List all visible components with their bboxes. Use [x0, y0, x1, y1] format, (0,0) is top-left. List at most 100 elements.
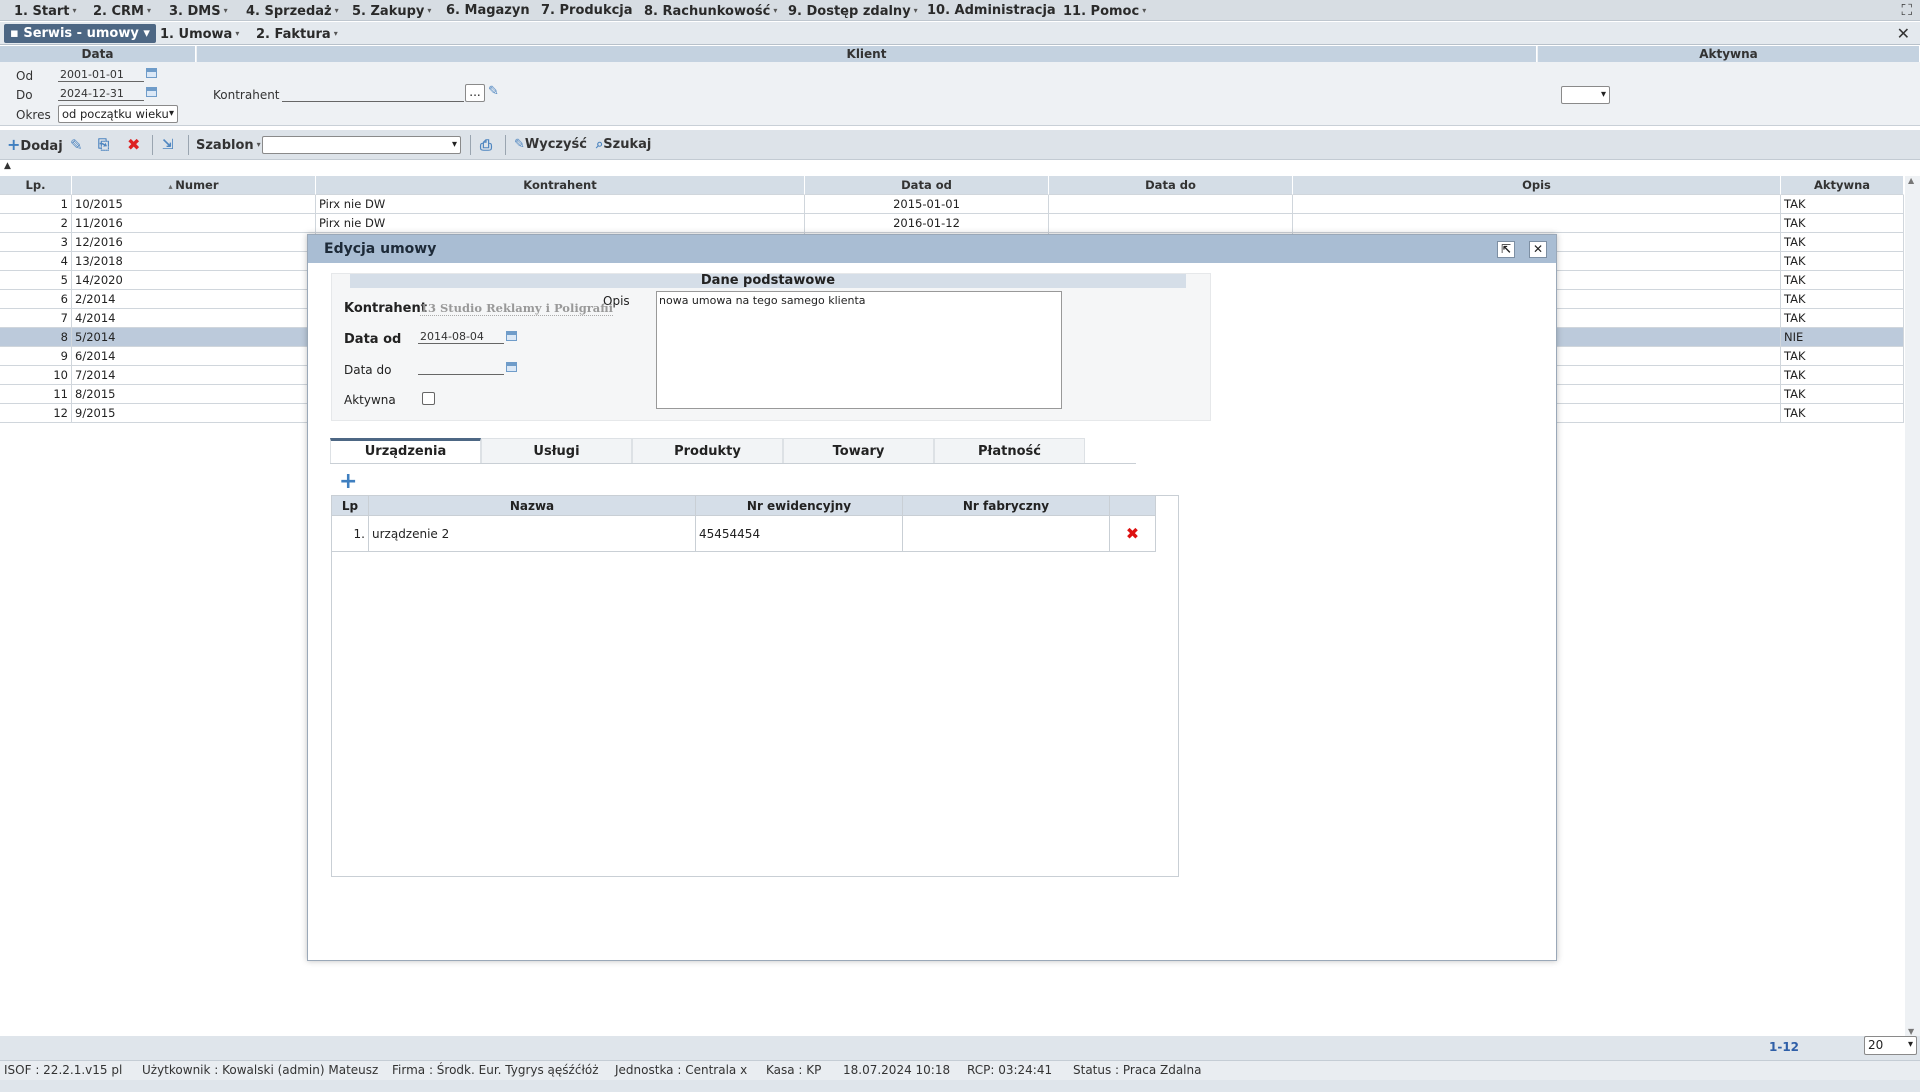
close-icon[interactable]: ✕: [1529, 241, 1547, 258]
cell-lp: 2: [0, 214, 72, 233]
print-icon[interactable]: ⎙: [480, 136, 492, 154]
okres-select[interactable]: od początku wieku ▾: [58, 105, 178, 123]
menu-dostep-zdalny[interactable]: 9. Dostęp zdalny ▾: [788, 0, 918, 21]
cell-numer: 13/2018: [72, 252, 316, 271]
tab-produkty[interactable]: Produkty: [632, 438, 783, 464]
edit-contract-dialog: Edycja umowy ⇱ ✕ Dane podstawowe Kontrah…: [307, 234, 1557, 961]
menu-crm[interactable]: 2. CRM ▾: [93, 0, 151, 21]
cell-lp: 9: [0, 347, 72, 366]
menu-magazyn[interactable]: 6. Magazyn: [446, 0, 530, 21]
tab-faktura[interactable]: 2. Faktura ▾: [256, 24, 338, 43]
do-date-input[interactable]: 2024-12-31: [58, 87, 144, 101]
do-label: Do: [16, 88, 33, 102]
col-opis[interactable]: Opis: [1293, 176, 1781, 195]
popout-icon[interactable]: ⇱: [1497, 241, 1515, 258]
search-button-label: Szukaj: [603, 137, 652, 152]
cell-aktywna: TAK: [1781, 214, 1904, 233]
calendar-icon[interactable]: [146, 87, 157, 97]
menu-pomoc[interactable]: 11. Pomoc ▾: [1063, 0, 1146, 21]
tab-serwis-umowy[interactable]: ▪ Serwis - umowy ▾: [4, 24, 156, 43]
calendar-icon[interactable]: [506, 331, 517, 341]
cell-lp: 4: [0, 252, 72, 271]
tab-umowa[interactable]: 1. Umowa ▾: [160, 24, 239, 43]
table-row[interactable]: 2 11/2016 Pirx nie DW 2016-01-12 TAK: [0, 214, 1904, 233]
menu-zakupy[interactable]: 5. Zakupy ▾: [352, 0, 431, 21]
menu-administracja[interactable]: 10. Administracja: [927, 0, 1056, 21]
calendar-icon[interactable]: [506, 362, 517, 372]
kontrahent-value[interactable]: 13 Studio Reklamy i Poligrafii: [420, 301, 613, 316]
status-bar: ISOF : 22.2.1.v15 pl Użytkownik : Kowals…: [0, 1060, 1920, 1080]
menu-rachunkowosc[interactable]: 8. Rachunkowość ▾: [644, 0, 777, 21]
dev-col-lp: Lp: [332, 496, 369, 516]
menu-produkcja[interactable]: 7. Produkcja: [541, 0, 633, 21]
tab-uslugi[interactable]: Usługi: [481, 438, 632, 464]
cell-numer: 4/2014: [72, 309, 316, 328]
data-do-label: Data do: [344, 363, 392, 377]
eraser-icon[interactable]: ✎: [488, 84, 499, 99]
edit-icon[interactable]: ✎: [70, 136, 83, 154]
export-icon[interactable]: ⇲: [162, 136, 174, 154]
copy-icon[interactable]: ⎘: [98, 136, 109, 154]
cell-aktywna: TAK: [1781, 290, 1904, 309]
cell-aktywna: TAK: [1781, 271, 1904, 290]
cell-numer: 12/2016: [72, 233, 316, 252]
col-lp[interactable]: Lp.: [0, 176, 72, 195]
calendar-icon[interactable]: [146, 68, 157, 78]
col-aktywna[interactable]: Aktywna: [1781, 176, 1904, 195]
aktywna-filter-select[interactable]: ▾: [1561, 86, 1610, 104]
status-firm: Firma : Środk. Eur. Tygrys ąęśźćłóż: [392, 1063, 599, 1077]
cell-lp: 12: [0, 404, 72, 423]
dev-col-nr-ewid: Nr ewidencyjny: [696, 496, 903, 516]
page-size-select[interactable]: 20 ▾: [1864, 1036, 1917, 1055]
collapse-filters-icon[interactable]: ▲: [4, 161, 11, 171]
delete-icon[interactable]: ✖: [127, 136, 140, 154]
dev-row-nr-ewid[interactable]: 45454454: [696, 516, 903, 552]
close-icon[interactable]: ✕: [1897, 24, 1910, 43]
template-select[interactable]: ▾: [262, 136, 461, 154]
basic-data-panel: Dane podstawowe Kontrahent 13 Studio Rek…: [331, 273, 1211, 421]
search-button[interactable]: ⌕Szukaj: [596, 136, 651, 154]
filter-panel: Data Klient Aktywna Od 2001-01-01 Do 202…: [0, 46, 1920, 126]
col-numer[interactable]: ▴ Numer: [72, 176, 316, 195]
browse-kontrahent-button[interactable]: ...: [465, 84, 485, 102]
main-menu-bar: 1. Start ▾ 2. CRM ▾ 3. DMS ▾ 4. Sprzedaż ▾ 5…: [0, 0, 1920, 21]
dev-row-nazwa[interactable]: urządzenie 2: [369, 516, 696, 552]
col-data-do[interactable]: Data do: [1049, 176, 1293, 195]
dev-row-nr-fabr[interactable]: [903, 516, 1110, 552]
template-menu-button[interactable]: Szablon ▾: [196, 136, 261, 154]
menu-start[interactable]: 1. Start ▾: [14, 0, 77, 21]
tab-urzadzenia[interactable]: Urządzenia: [330, 438, 481, 464]
status-datetime: 18.07.2024 10:18: [843, 1063, 951, 1077]
module-tab-bar: ▪ Serwis - umowy ▾ 1. Umowa ▾ 2. Faktura ▾…: [0, 22, 1920, 45]
opis-textarea[interactable]: nowa umowa na tego samego klienta: [656, 291, 1062, 409]
cell-numer: 14/2020: [72, 271, 316, 290]
data-od-input[interactable]: 2014-08-04: [418, 330, 504, 344]
kontrahent-filter-input[interactable]: [282, 88, 464, 102]
cell-numer: 8/2015: [72, 385, 316, 404]
page-size-value: 20: [1868, 1038, 1884, 1052]
menu-dms[interactable]: 3. DMS ▾: [169, 0, 228, 21]
dev-row-lp: 1.: [332, 516, 369, 552]
cell-lp: 5: [0, 271, 72, 290]
cell-lp: 11: [0, 385, 72, 404]
cell-numer: 7/2014: [72, 366, 316, 385]
status-rcp: RCP: 03:24:41: [967, 1063, 1053, 1077]
fullscreen-icon[interactable]: ⛶: [1901, 1, 1912, 19]
add-device-icon[interactable]: +: [339, 471, 357, 493]
clear-button[interactable]: ✎Wyczyść: [514, 136, 587, 154]
table-row[interactable]: 1 10/2015 Pirx nie DW 2015-01-01 TAK: [0, 195, 1904, 214]
col-kontrahent[interactable]: Kontrahent: [316, 176, 805, 195]
cell-data-do: [1049, 214, 1293, 233]
data-do-input[interactable]: [418, 361, 504, 375]
col-data-od[interactable]: Data od: [805, 176, 1049, 195]
delete-device-icon[interactable]: ✖: [1110, 516, 1156, 552]
aktywna-checkbox[interactable]: [422, 392, 435, 405]
cell-aktywna: TAK: [1781, 366, 1904, 385]
od-date-input[interactable]: 2001-01-01: [58, 68, 144, 82]
menu-sprzedaz[interactable]: 4. Sprzedaż ▾: [246, 0, 339, 21]
add-button[interactable]: +Dodaj: [7, 136, 63, 155]
tab-towary[interactable]: Towary: [783, 438, 934, 464]
menu-dms-label: 3. DMS: [169, 4, 221, 19]
tab-platnosc[interactable]: Płatność: [934, 438, 1085, 464]
grid-scrollbar[interactable]: ▲ ▼: [1905, 176, 1920, 1036]
